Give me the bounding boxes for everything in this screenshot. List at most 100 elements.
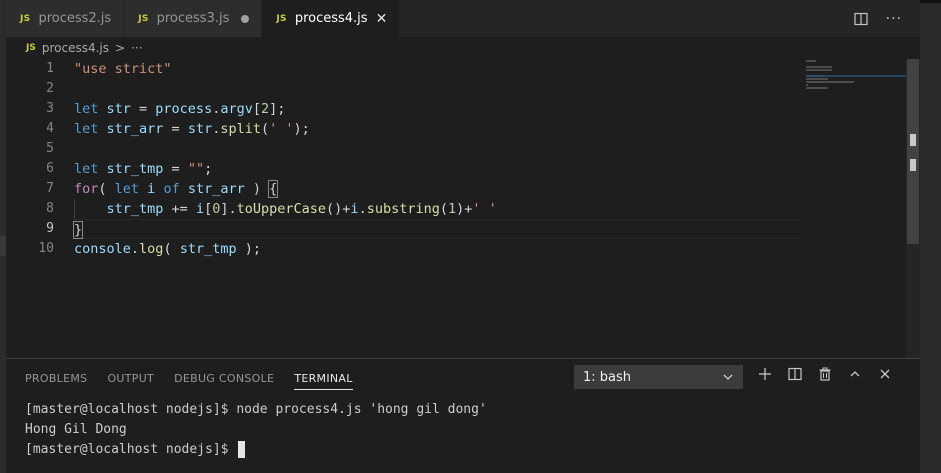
code-token: ; <box>204 161 213 177</box>
unsaved-dot-icon[interactable] <box>241 14 250 23</box>
scrollbar-thumb[interactable] <box>907 59 919 244</box>
tab-output[interactable]: OUTPUT <box>107 359 154 397</box>
code-token: [ <box>252 101 261 117</box>
new-terminal-icon[interactable] <box>758 367 772 381</box>
right-edge <box>920 0 941 473</box>
tab-process2[interactable]: JS process2.js <box>6 0 125 37</box>
js-file-icon: JS <box>138 13 149 24</box>
panel-actions <box>758 367 892 381</box>
code-token: "" <box>187 161 205 177</box>
code-token: ); <box>293 121 310 137</box>
code-token: str <box>187 121 213 137</box>
terminal-prompt: [master@localhost nodejs]$ <box>25 442 237 457</box>
split-terminal-icon[interactable] <box>788 367 802 381</box>
indent-guide <box>74 199 75 219</box>
close-icon[interactable]: ✕ <box>376 11 388 27</box>
code-token: let <box>74 101 107 117</box>
line-number: 1 <box>46 61 54 76</box>
code-token: )+ <box>456 201 473 217</box>
code-token: process <box>155 101 213 117</box>
js-file-icon: JS <box>20 13 31 24</box>
close-panel-icon[interactable] <box>878 367 892 381</box>
tab-terminal[interactable]: TERMINAL <box>294 359 353 397</box>
tab-process3[interactable]: JS process3.js <box>124 0 263 37</box>
code-editor[interactable]: 1 2 3 4 5 6 7 8 9 10 "use strict" let str = proces… <box>6 59 920 358</box>
tab-label: process2.js <box>38 11 112 26</box>
editor-scrollbar[interactable] <box>906 59 920 358</box>
code-token: ' ' <box>472 201 497 217</box>
code-token: ( <box>163 241 180 257</box>
code-token: let <box>74 161 107 177</box>
code-token: let <box>74 121 107 137</box>
code-token: ( <box>98 181 115 197</box>
code-token: { <box>268 180 279 198</box>
code-area[interactable]: "use strict" let str = process.argv[2]; le… <box>72 59 800 259</box>
line-number: 9 <box>46 221 54 236</box>
line-number: 7 <box>46 181 54 196</box>
code-token: split <box>220 121 261 137</box>
code-token: of <box>155 181 188 197</box>
terminal-prompt-line[interactable]: [master@localhost nodejs]$ <box>25 440 920 460</box>
code-token: } <box>72 221 84 239</box>
tab-problems[interactable]: PROBLEMS <box>25 359 87 397</box>
terminal-output[interactable]: [master@localhost nodejs]$ node process4… <box>6 397 920 460</box>
line-number: 8 <box>46 201 54 216</box>
code-line[interactable] <box>74 79 800 99</box>
more-actions-icon[interactable]: ··· <box>886 11 902 27</box>
code-token: ( <box>260 121 270 137</box>
code-token: . <box>358 201 367 217</box>
breadcrumb-more[interactable]: ··· <box>131 41 142 55</box>
code-token: i <box>195 201 205 217</box>
split-editor-icon[interactable] <box>854 12 868 26</box>
code-token: = <box>163 161 188 177</box>
code-token: ' ' <box>269 121 294 137</box>
minimap[interactable] <box>806 59 906 139</box>
line-number: 5 <box>46 141 54 156</box>
code-token: str <box>106 101 131 117</box>
tab-debug-console[interactable]: DEBUG CONSOLE <box>174 359 274 397</box>
js-file-icon: JS <box>26 43 36 53</box>
code-line[interactable] <box>74 139 800 159</box>
line-number: 10 <box>38 241 54 256</box>
code-line[interactable]: str_tmp += i[0].toUpperCase()+i.substrin… <box>74 199 800 219</box>
code-token: substring <box>366 201 440 217</box>
code-token: ]. <box>220 201 237 217</box>
line-number: 2 <box>46 81 54 96</box>
editor-actions: ··· <box>854 0 920 37</box>
breadcrumb-file[interactable]: process4.js <box>42 41 109 55</box>
code-token: i <box>350 201 359 217</box>
code-line[interactable]: for( let i of str_arr ) { <box>74 179 800 199</box>
line-number-gutter: 1 2 3 4 5 6 7 8 9 10 <box>6 59 56 259</box>
tab-process4[interactable]: JS process4.js ✕ <box>262 0 401 37</box>
code-line[interactable]: let str_arr = str.split(' '); <box>74 119 800 139</box>
line-number: 6 <box>46 161 54 176</box>
code-line[interactable]: let str = process.argv[2]; <box>74 99 800 119</box>
code-token: = <box>130 101 156 117</box>
code-token: ); <box>236 241 261 257</box>
minimap-viewport[interactable] <box>806 75 906 77</box>
code-token: let <box>114 181 148 197</box>
code-line[interactable]: } <box>72 219 800 239</box>
code-token: str_tmp <box>106 161 164 177</box>
line-number: 3 <box>46 101 54 116</box>
code-token: for <box>74 181 99 197</box>
code-token: [ <box>204 201 213 217</box>
terminal-select-value: 1: bash <box>583 369 632 385</box>
code-token: . <box>130 241 140 257</box>
code-line[interactable]: let str_tmp = ""; <box>74 159 800 179</box>
code-token: argv <box>220 101 253 117</box>
code-line[interactable]: "use strict" <box>74 59 800 79</box>
line-number: 4 <box>46 121 54 136</box>
code-token: = <box>163 121 188 137</box>
terminal-cursor <box>238 441 246 458</box>
terminal-select[interactable]: 1: bash <box>574 365 743 389</box>
code-token: ) <box>244 181 270 197</box>
code-token: str_tmp <box>106 201 164 217</box>
code-token: str_arr <box>106 121 164 137</box>
breadcrumb-separator: > <box>115 41 126 55</box>
code-token: "use strict" <box>74 61 172 77</box>
code-line[interactable]: console.log( str_tmp ); <box>74 239 800 259</box>
chevron-up-icon[interactable] <box>848 367 862 381</box>
trash-icon[interactable] <box>818 367 832 381</box>
